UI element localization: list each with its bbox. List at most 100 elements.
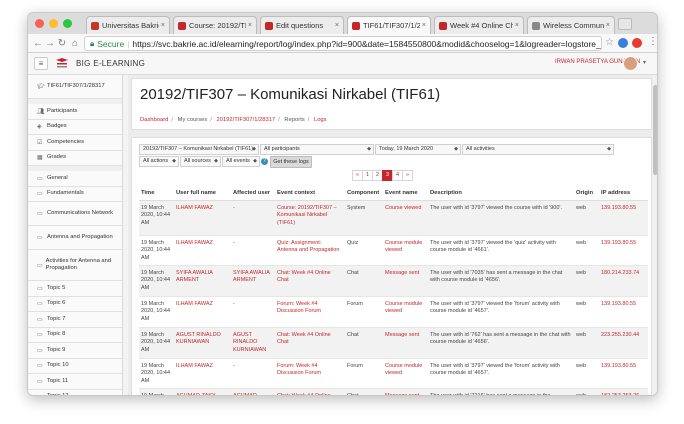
events-select[interactable]: All events ◆ [222, 156, 260, 167]
sidebar-item[interactable]: ☑ Competencies [28, 135, 122, 151]
cell-affected[interactable]: SYIFA AWALIA ARMENT [231, 264, 275, 296]
cell-user[interactable]: ILHAM FAWAZ [174, 295, 231, 327]
cell-user[interactable]: ILHAM FAWAZ [174, 357, 231, 388]
sidebar-item[interactable]: ▭ Fundamentals [28, 186, 122, 202]
sidebar-item[interactable]: ▭ Topic 5 [28, 281, 122, 297]
cell-ip[interactable]: 139.193.80.55 [599, 199, 648, 235]
bookmark-star-icon[interactable]: ☆ [605, 37, 614, 48]
cell-user[interactable]: AGUST RINALDO KURNIAWAN [174, 326, 231, 358]
cell-user[interactable]: ILHAM FAWAZ [174, 199, 231, 235]
cell-context[interactable]: Chat: Week #4 Online Chat [275, 326, 345, 358]
browser-tab[interactable]: Course: 20192/TIF30× [173, 16, 257, 34]
avatar[interactable] [623, 56, 638, 71]
browser-menu-icon[interactable]: ⋮ [648, 36, 657, 47]
cell-event[interactable]: Message sent [383, 387, 428, 395]
tab-close-icon[interactable]: × [248, 22, 252, 29]
cell-context[interactable]: Forum: Week #4 Discussion Forum [275, 357, 345, 388]
hamburger-menu-icon[interactable]: ≡ [34, 57, 48, 70]
cell-user[interactable]: SYIFA AWALIA ARMENT [174, 264, 231, 296]
sidebar-item[interactable]: ▭ Communications Network [28, 202, 122, 226]
cell-ip[interactable]: 180.214.233.74 [599, 264, 648, 296]
breadcrumb-course[interactable]: 20192/TIF307/1/28317 [217, 117, 276, 123]
cell-affected[interactable]: ACHMAD [231, 387, 275, 395]
sidebar-item[interactable]: 👥︎ Participants [28, 104, 122, 120]
cell-context[interactable]: Course: 20192/TIF307 – Komunikasi Nirkab… [275, 199, 345, 235]
cell-ip[interactable]: 223.255.230.44 [599, 326, 648, 358]
column-header[interactable]: User full name [174, 186, 231, 201]
sidebar-item[interactable]: ▭Topic 12 [28, 389, 122, 395]
extension-icon[interactable] [618, 38, 628, 48]
extension-icon[interactable] [632, 38, 642, 48]
help-icon[interactable]: ? [261, 158, 268, 165]
column-header[interactable]: Component [345, 186, 383, 201]
browser-tab[interactable]: TIF61/TIF307/1/283× [347, 16, 431, 34]
course-select[interactable]: 20192/TIF307 – Komunikasi Nirkabel (TIF6… [139, 144, 259, 155]
sidebar-item[interactable]: ▭ Topic 6 [28, 296, 122, 312]
breadcrumb-my-courses[interactable]: My courses [178, 117, 208, 123]
tab-close-icon[interactable]: × [606, 22, 610, 29]
page-scrollbar[interactable] [652, 75, 657, 395]
cell-event[interactable]: Course viewed [383, 199, 428, 235]
cell-event[interactable]: Course module viewed [383, 234, 428, 265]
cell-ip[interactable]: 139.193.80.55 [599, 295, 648, 327]
column-header[interactable]: Origin [574, 186, 599, 201]
date-select[interactable]: Today, 19 March 2020 ◆ [375, 144, 461, 155]
cell-ip[interactable]: 182.253.253.26 [599, 387, 648, 395]
sidebar-item[interactable]: ▭ Topic 8 [28, 327, 122, 343]
back-icon[interactable]: ← [32, 38, 44, 49]
chevron-down-icon[interactable]: ▾ [643, 59, 646, 66]
breadcrumb-logs[interactable]: Logs [314, 117, 327, 123]
cell-event[interactable]: Message sent [383, 264, 428, 296]
column-header[interactable]: Affected user [231, 186, 275, 201]
sidebar-item[interactable]: ▭ Topic 10 [28, 358, 122, 374]
cell-user[interactable]: ACHMAD ZAKY [174, 387, 231, 395]
tab-close-icon[interactable]: × [422, 22, 426, 29]
cell-context[interactable]: Chat: Week #4 Online [275, 387, 345, 395]
close-window-icon[interactable] [35, 19, 44, 28]
cell-affected[interactable]: AGUST RINALDO KURNIAWAN [231, 326, 275, 358]
site-brand[interactable]: BIG E-LEARNING [76, 59, 145, 68]
column-header[interactable]: Event name [383, 186, 428, 201]
activities-select[interactable]: All activities ◆ [462, 144, 614, 155]
reload-icon[interactable]: ↻ [56, 38, 68, 49]
address-bar[interactable]: 🔒︎ Secure | https://svc.bakrie.ac.id/ele… [84, 36, 602, 51]
forward-icon[interactable]: → [44, 38, 56, 49]
new-tab-button[interactable] [618, 18, 632, 30]
minimize-window-icon[interactable] [49, 19, 58, 28]
cell-user[interactable]: ILHAM FAWAZ [174, 234, 231, 265]
column-header[interactable]: Event context [275, 186, 345, 201]
home-icon[interactable]: ⌂ [70, 38, 80, 49]
cell-ip[interactable]: 139.193.80.55 [599, 234, 648, 265]
sidebar-item[interactable]: ▭ General [28, 171, 122, 187]
cell-context[interactable]: Forum: Week #4 Discussion Forum [275, 295, 345, 327]
pager-next[interactable]: » [402, 170, 413, 181]
column-header[interactable]: Time [139, 186, 174, 201]
sidebar-item[interactable]: ▭ Topic 11 [28, 374, 122, 390]
sidebar-item[interactable]: ▭ Antenna and Propagation [28, 226, 122, 250]
cell-ip[interactable]: 139.193.80.55 [599, 357, 648, 388]
sidebar-item[interactable]: ▭ Topic 7 [28, 312, 122, 328]
breadcrumb-dashboard[interactable]: Dashboard [140, 117, 168, 123]
sidebar-item[interactable]: ▭ Activities for Antenna and Propagation [28, 250, 122, 281]
sources-select[interactable]: All sources ◆ [180, 156, 221, 167]
cell-event[interactable]: Course module viewed [383, 357, 428, 388]
sidebar-item[interactable]: ▦ Grades [28, 150, 122, 166]
browser-tab[interactable]: Universitas Bakrie - × [86, 16, 170, 34]
column-header[interactable]: Description [428, 186, 574, 201]
tab-close-icon[interactable]: × [515, 22, 519, 29]
sidebar-item[interactable]: ◈ Badges [28, 119, 122, 135]
get-logs-button[interactable]: Get these logs [270, 156, 312, 168]
tab-close-icon[interactable]: × [335, 22, 339, 29]
tab-close-icon[interactable]: × [161, 22, 165, 29]
browser-tab[interactable]: Edit questions × [260, 16, 344, 34]
column-header[interactable]: IP address [599, 186, 648, 201]
cell-event[interactable]: Course module viewed [383, 295, 428, 327]
breadcrumb-reports[interactable]: Reports [284, 117, 304, 123]
actions-select[interactable]: All actions ◆ [139, 156, 179, 167]
maximize-window-icon[interactable] [63, 19, 72, 28]
browser-tab[interactable]: Week #4 Online Cha × [434, 16, 524, 34]
cell-context[interactable]: Quiz: Assignment: Antenna and Propagatio… [275, 234, 345, 265]
cell-event[interactable]: Message sent [383, 326, 428, 358]
sidebar-item[interactable]: ▭ Topic 9 [28, 343, 122, 359]
sidebar-item[interactable]: 🎓︎ TIF61/TIF307/1/28317 [28, 75, 122, 99]
